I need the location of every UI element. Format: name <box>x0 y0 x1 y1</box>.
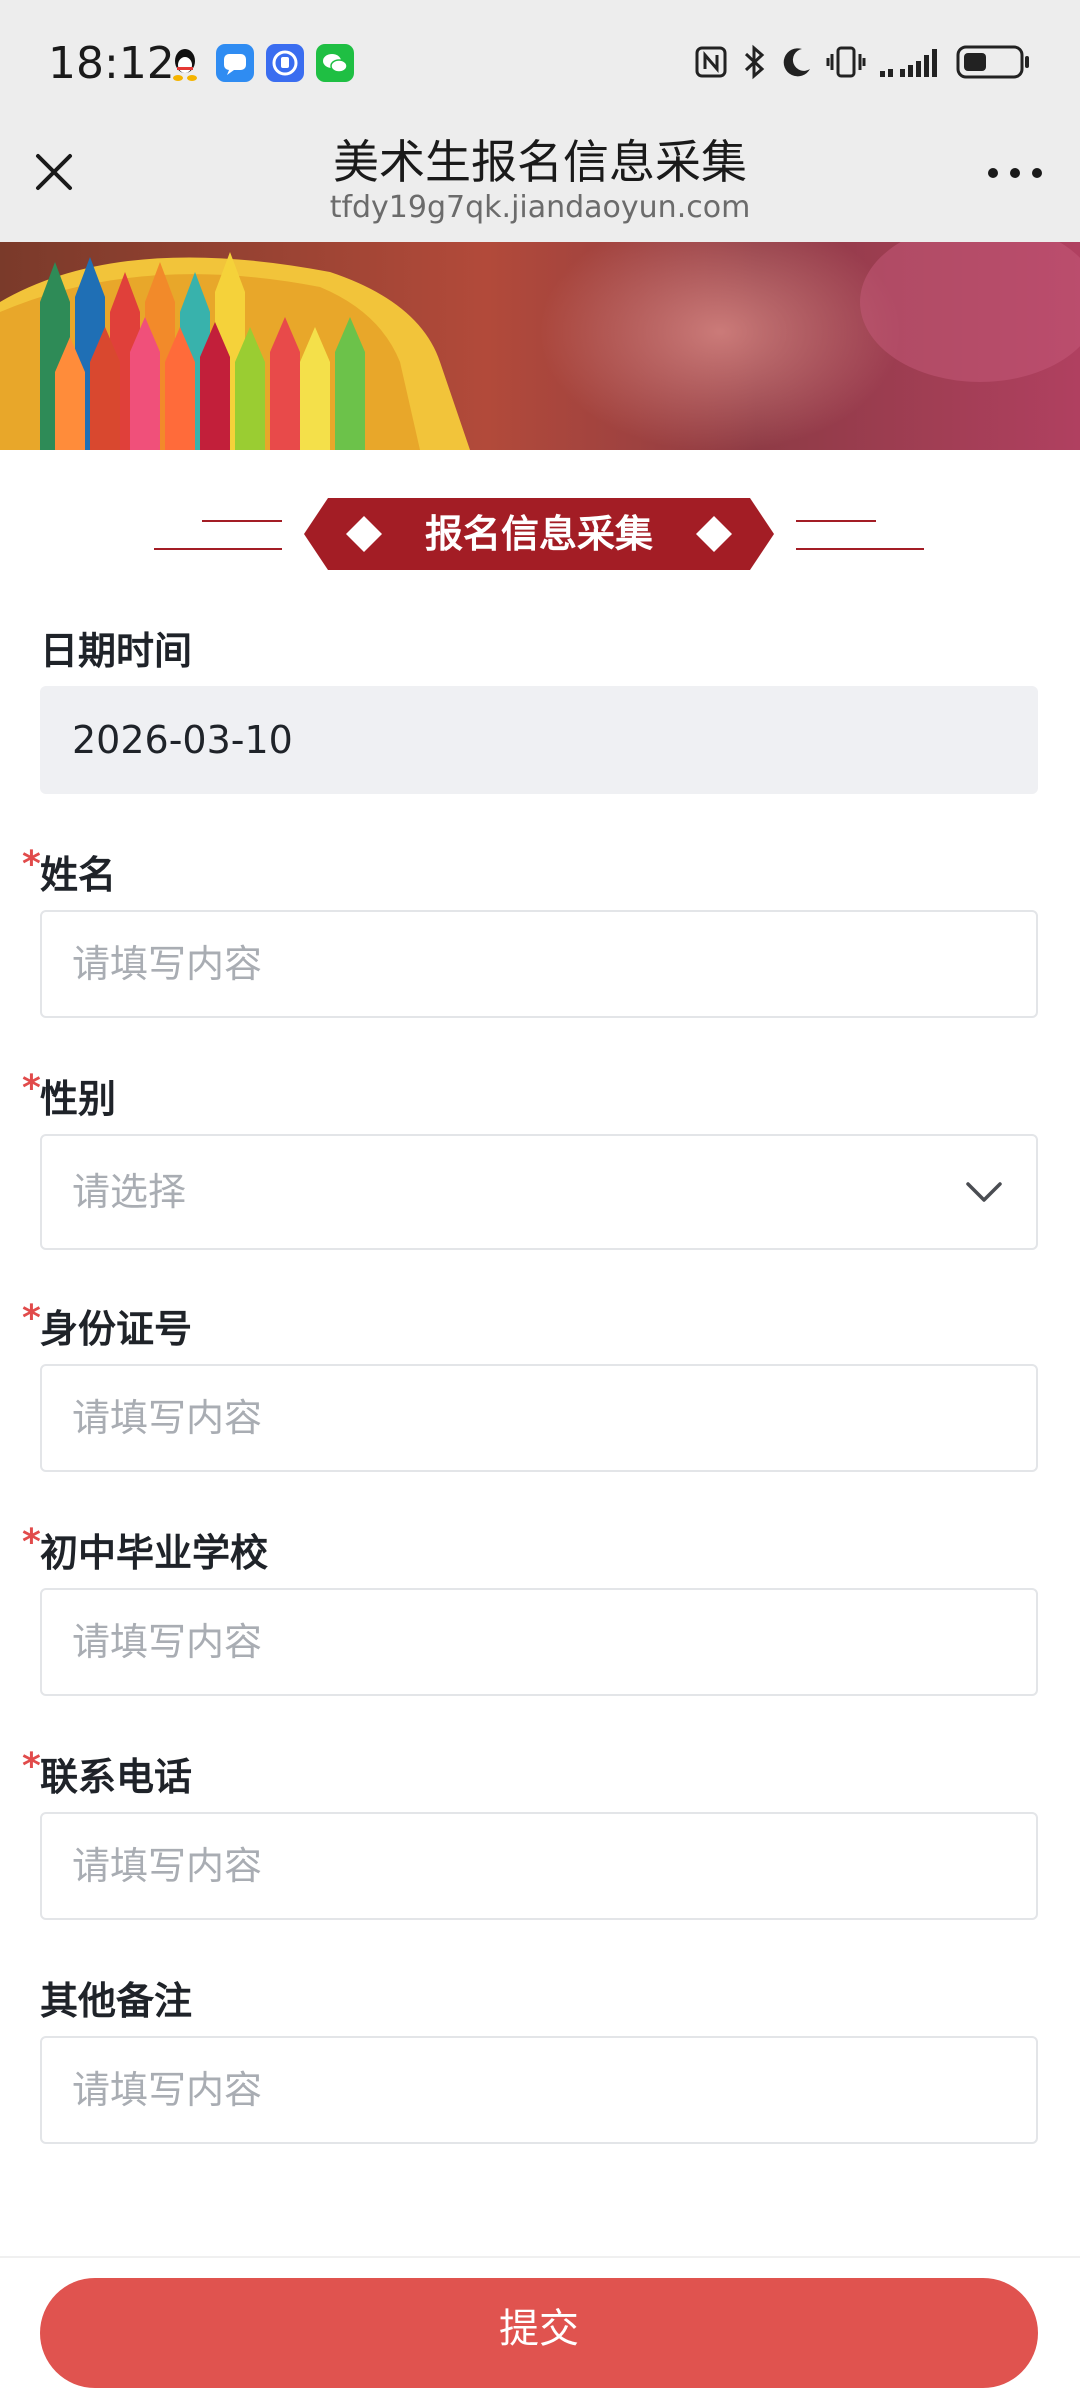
battery-icon <box>956 44 1032 84</box>
chevron-down-icon <box>964 1172 1004 1216</box>
required-mark: * <box>22 1746 41 1787</box>
section-header: 报名信息采集 <box>0 490 1080 586</box>
decor-line-left-short <box>202 520 282 522</box>
field-label-name: 姓名 <box>40 853 117 897</box>
app-shield-icon <box>266 44 304 82</box>
message-icon <box>216 44 254 82</box>
gender-placeholder: 请选择 <box>72 1170 187 1214</box>
name-placeholder: 请填写内容 <box>72 942 263 986</box>
phone-placeholder: 请填写内容 <box>72 1844 263 1888</box>
school-input[interactable]: 请填写内容 <box>40 1588 1038 1696</box>
footer-divider <box>0 2256 1080 2258</box>
field-label-datetime: 日期时间 <box>40 629 193 673</box>
school-placeholder: 请填写内容 <box>72 1620 263 1664</box>
status-time: 18:12 <box>48 38 175 89</box>
required-mark: * <box>22 1522 41 1563</box>
gender-select[interactable]: 请选择 <box>40 1134 1038 1250</box>
qq-icon <box>166 44 204 82</box>
decor-line-right-short <box>796 520 876 522</box>
decor-line-right-long <box>796 548 924 550</box>
name-input[interactable]: 请填写内容 <box>40 910 1038 1018</box>
status-indicators <box>694 44 1032 84</box>
section-title: 报名信息采集 <box>424 512 653 556</box>
field-label-notes: 其他备注 <box>40 1979 193 2023</box>
datetime-value: 2026-03-10 <box>72 718 293 762</box>
moon-icon <box>780 45 814 83</box>
required-mark: * <box>22 1068 41 1109</box>
required-mark: * <box>22 844 41 885</box>
field-label-id-number: 身份证号 <box>40 1307 193 1351</box>
notes-placeholder: 请填写内容 <box>72 2068 263 2112</box>
phone-input[interactable]: 请填写内容 <box>40 1812 1038 1920</box>
id-number-placeholder: 请填写内容 <box>72 1396 263 1440</box>
wechat-icon <box>316 44 354 82</box>
id-number-input[interactable]: 请填写内容 <box>40 1364 1038 1472</box>
datetime-field: 2026-03-10 <box>40 686 1038 794</box>
field-label-phone: 联系电话 <box>40 1755 193 1799</box>
vibrate-icon <box>826 44 866 84</box>
page-url: tfdy19g7qk.jiandaoyun.com <box>329 190 751 225</box>
bluetooth-icon <box>740 44 768 84</box>
page-title: 美术生报名信息采集 <box>333 135 747 189</box>
top-bar: 18:12 美术生报名信息采集 tfdy19g7qk.jiandaoyun.co… <box>0 0 1080 242</box>
field-label-school: 初中毕业学校 <box>40 1531 269 1575</box>
submit-label: 提交 <box>499 2306 579 2352</box>
more-options-icon[interactable] <box>988 168 1042 178</box>
signal-icon <box>878 45 944 83</box>
banner-image <box>0 242 1080 450</box>
notes-input[interactable]: 请填写内容 <box>40 2036 1038 2144</box>
required-mark: * <box>22 1298 41 1339</box>
submit-button[interactable]: 提交 <box>40 2278 1038 2388</box>
field-label-gender: 性别 <box>40 1077 117 1121</box>
nfc-icon <box>694 45 728 83</box>
decor-line-left-long <box>154 548 282 550</box>
